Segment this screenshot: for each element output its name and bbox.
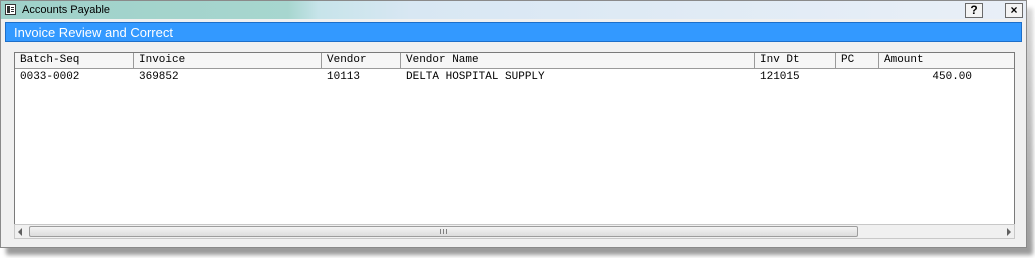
scrollbar-grip-icon [440, 229, 447, 234]
column-header-invoice[interactable]: Invoice [134, 53, 322, 68]
close-icon: × [1010, 3, 1018, 17]
scroll-left-arrow-icon[interactable] [18, 228, 22, 236]
column-header-inv-dt[interactable]: Inv Dt [755, 53, 836, 68]
help-icon: ? [970, 3, 978, 17]
cell-invoice: 369852 [139, 71, 179, 83]
cell-vendor-name: DELTA HOSPITAL SUPPLY [406, 71, 545, 83]
column-header-amount[interactable]: Amount [879, 53, 1014, 68]
help-button[interactable]: ? [965, 3, 983, 18]
table-row[interactable]: 0033-0002 369852 10113 DELTA HOSPITAL SU… [15, 70, 1014, 85]
cell-inv-dt: 121015 [760, 71, 800, 83]
accounts-payable-window: Accounts Payable ? × Invoice Review and … [0, 0, 1027, 248]
grid-header: Batch-Seq Invoice Vendor Vendor Name Inv… [15, 53, 1014, 69]
cell-amount: 450.00 [932, 71, 972, 83]
app-window-icon [5, 4, 16, 15]
window-title: Accounts Payable [22, 4, 111, 16]
column-header-vendor-name[interactable]: Vendor Name [401, 53, 755, 68]
close-button[interactable]: × [1005, 3, 1023, 18]
cell-batch-seq: 0033-0002 [20, 71, 80, 83]
scroll-right-arrow-icon[interactable] [1007, 228, 1011, 236]
screen-banner: Invoice Review and Correct [5, 22, 1022, 42]
cell-pc [836, 70, 879, 85]
cell-vendor: 10113 [327, 71, 361, 83]
screen-title: Invoice Review and Correct [14, 25, 173, 40]
title-bar[interactable]: Accounts Payable ? × [1, 1, 1026, 19]
scrollbar-thumb[interactable] [29, 226, 858, 237]
column-header-vendor[interactable]: Vendor [322, 53, 401, 68]
invoice-grid[interactable]: Batch-Seq Invoice Vendor Vendor Name Inv… [14, 52, 1015, 239]
column-header-pc[interactable]: PC [836, 53, 879, 68]
column-header-batch-seq[interactable]: Batch-Seq [15, 53, 134, 68]
horizontal-scrollbar[interactable] [14, 224, 1015, 239]
